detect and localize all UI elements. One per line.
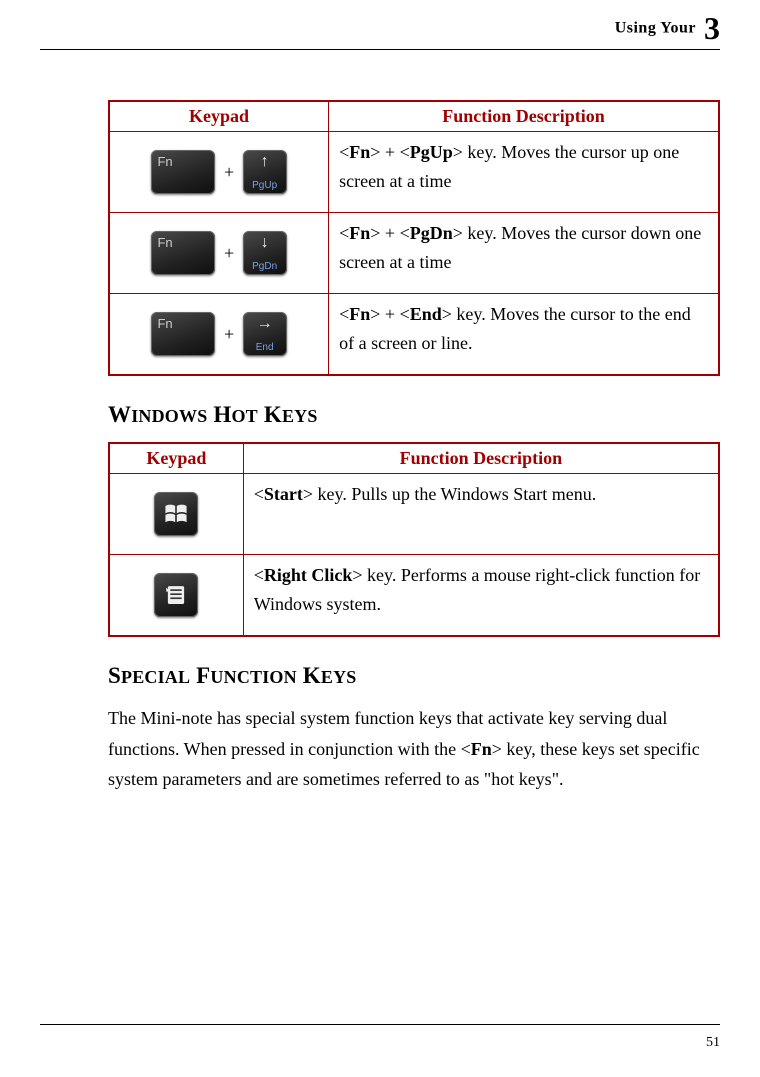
description-cell: <Fn> + <End> key. Moves the cursor to th… bbox=[329, 294, 719, 376]
menu-icon bbox=[154, 573, 198, 617]
page-header: Using Your 3 bbox=[40, 10, 720, 50]
description-cell: <Right Click> key. Performs a mouse righ… bbox=[243, 555, 719, 637]
text: > + < bbox=[370, 223, 409, 243]
key-bottom-label: PgDn bbox=[243, 261, 287, 272]
fn-key-icon: Fn bbox=[151, 150, 215, 194]
pgdn-key-icon: ↓ PgDn bbox=[243, 231, 287, 275]
text-bold: Fn bbox=[471, 739, 492, 759]
keypad-cell: Fn + → End bbox=[109, 294, 329, 376]
heading-cap: K bbox=[264, 402, 282, 427]
text-bold: Start bbox=[264, 484, 303, 504]
fn-key-label: Fn bbox=[157, 235, 172, 250]
col-description: Function Description bbox=[329, 101, 719, 132]
page-number: 51 bbox=[706, 1035, 720, 1051]
right-arrow-icon: → bbox=[243, 316, 287, 332]
windows-logo-icon bbox=[154, 492, 198, 536]
heading-rest: EYS bbox=[282, 406, 318, 426]
end-key-icon: → End bbox=[243, 312, 287, 356]
description-cell: <Start> key. Pulls up the Windows Start … bbox=[243, 474, 719, 555]
fn-key-label: Fn bbox=[157, 316, 172, 331]
table-row: <Right Click> key. Performs a mouse righ… bbox=[109, 555, 719, 637]
plus-sign: + bbox=[224, 162, 234, 183]
text-bold: Fn bbox=[349, 142, 370, 162]
col-keypad: Keypad bbox=[109, 101, 329, 132]
heading-rest: UNCTION bbox=[210, 667, 296, 687]
keypad-cell bbox=[109, 474, 243, 555]
windows-key-icon bbox=[154, 492, 198, 536]
footer-rule bbox=[40, 1024, 720, 1025]
heading-cap: S bbox=[108, 663, 121, 688]
plus-sign: + bbox=[224, 324, 234, 345]
pgup-key-icon: ↑ PgUp bbox=[243, 150, 287, 194]
heading-rest: EYS bbox=[321, 667, 357, 687]
table-row: Fn + ↓ PgDn <Fn> + <PgDn> key. Moves the… bbox=[109, 213, 719, 294]
heading-cap: H bbox=[213, 402, 231, 427]
plus-sign: + bbox=[224, 243, 234, 264]
keypad-cell: Fn + ↑ PgUp bbox=[109, 132, 329, 213]
table-row: Fn + ↑ PgUp <Fn> + <PgUp> key. Moves the… bbox=[109, 132, 719, 213]
page-content: Keypad Function Description Fn + ↑ PgUp … bbox=[108, 100, 720, 795]
table-row: <Start> key. Pulls up the Windows Start … bbox=[109, 474, 719, 555]
table-header-row: Keypad Function Description bbox=[109, 101, 719, 132]
col-description: Function Description bbox=[243, 443, 719, 474]
text: > key. Pulls up the Windows Start menu. bbox=[303, 484, 596, 504]
keypad-cell: Fn + ↓ PgDn bbox=[109, 213, 329, 294]
key-bottom-label: PgUp bbox=[243, 180, 287, 191]
heading-rest: OT bbox=[231, 406, 257, 426]
text-bold: Fn bbox=[349, 223, 370, 243]
body-paragraph: The Mini-note has special system functio… bbox=[108, 703, 720, 795]
fn-key-icon: Fn bbox=[151, 312, 215, 356]
text-bold: End bbox=[410, 304, 442, 324]
text-bold: Right Click bbox=[264, 565, 353, 585]
description-cell: <Fn> + <PgUp> key. Moves the cursor up o… bbox=[329, 132, 719, 213]
text: < bbox=[254, 565, 264, 585]
description-cell: <Fn> + <PgDn> key. Moves the cursor down… bbox=[329, 213, 719, 294]
keypad-cell bbox=[109, 555, 243, 637]
heading-cap: W bbox=[108, 402, 131, 427]
context-menu-key-icon bbox=[154, 573, 198, 617]
key-bottom-label: End bbox=[243, 342, 287, 353]
heading-rest: INDOWS bbox=[131, 406, 207, 426]
table-row: Fn + → End <Fn> + <End> key. Moves the c… bbox=[109, 294, 719, 376]
fn-keys-table: Keypad Function Description Fn + ↑ PgUp … bbox=[108, 100, 720, 376]
chapter-label: Using Your bbox=[615, 20, 696, 37]
text: > + < bbox=[370, 142, 409, 162]
heading-rest: PECIAL bbox=[121, 667, 190, 687]
text: < bbox=[339, 142, 349, 162]
windows-keys-table: Keypad Function Description < bbox=[108, 442, 720, 637]
chapter-number: 3 bbox=[704, 10, 720, 46]
text: > + < bbox=[370, 304, 409, 324]
up-arrow-icon: ↑ bbox=[243, 154, 287, 170]
text: < bbox=[339, 304, 349, 324]
text-bold: PgUp bbox=[410, 142, 453, 162]
text: < bbox=[339, 223, 349, 243]
section-heading-special-function-keys: SPECIAL FUNCTION KEYS bbox=[108, 663, 720, 689]
text-bold: Fn bbox=[349, 304, 370, 324]
fn-key-label: Fn bbox=[157, 154, 172, 169]
heading-cap: F bbox=[196, 663, 210, 688]
table-header-row: Keypad Function Description bbox=[109, 443, 719, 474]
fn-key-icon: Fn bbox=[151, 231, 215, 275]
down-arrow-icon: ↓ bbox=[243, 235, 287, 251]
section-heading-windows-hot-keys: WINDOWS HOT KEYS bbox=[108, 402, 720, 428]
heading-cap: K bbox=[303, 663, 321, 688]
text: < bbox=[254, 484, 264, 504]
col-keypad: Keypad bbox=[109, 443, 243, 474]
text-bold: PgDn bbox=[410, 223, 453, 243]
